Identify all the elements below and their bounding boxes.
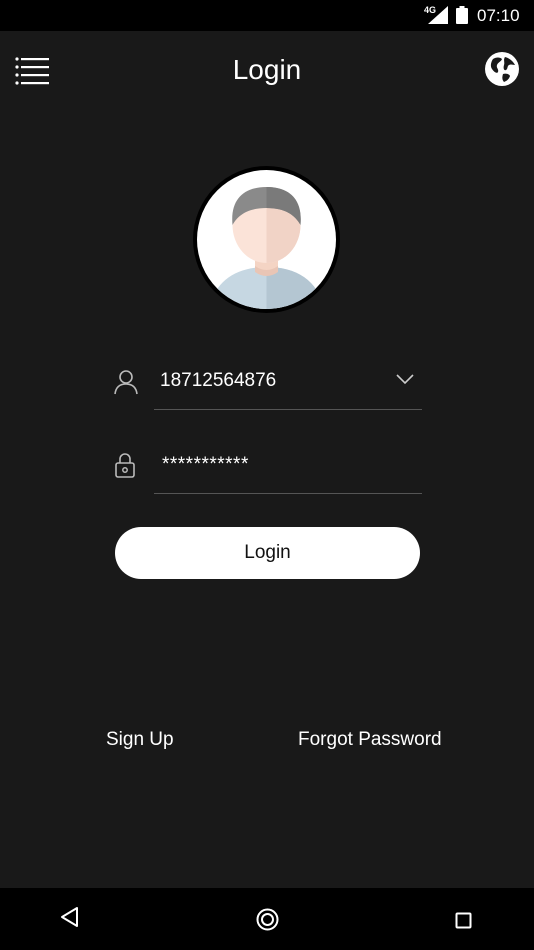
home-icon[interactable] [256, 908, 279, 931]
password-underline [154, 493, 422, 494]
back-icon[interactable] [60, 906, 80, 928]
login-button[interactable]: Login [115, 527, 420, 579]
page-title: Login [232, 54, 302, 85]
user-avatar-image [197, 170, 336, 309]
password-field[interactable]: *********** [110, 436, 422, 496]
language-button[interactable] [483, 50, 521, 88]
account-input[interactable] [160, 366, 380, 396]
user-icon [114, 370, 138, 395]
app-bar: Login [0, 31, 534, 111]
lock-icon [115, 453, 135, 478]
clock: 07:10 [477, 6, 520, 25]
account-underline [154, 409, 422, 410]
chevron-down-icon[interactable] [396, 374, 414, 385]
signal-icon [428, 6, 448, 24]
status-bar: 4G 07:10 [0, 0, 534, 31]
battery-icon [456, 6, 468, 24]
avatar [193, 166, 340, 313]
globe-icon [485, 52, 519, 86]
recents-icon[interactable] [455, 912, 472, 929]
system-nav-bar [0, 888, 534, 950]
forgot-password-link[interactable]: Forgot Password [298, 729, 442, 751]
password-input[interactable]: *********** [162, 454, 249, 476]
account-field [110, 352, 422, 412]
sign-up-link[interactable]: Sign Up [106, 729, 174, 751]
